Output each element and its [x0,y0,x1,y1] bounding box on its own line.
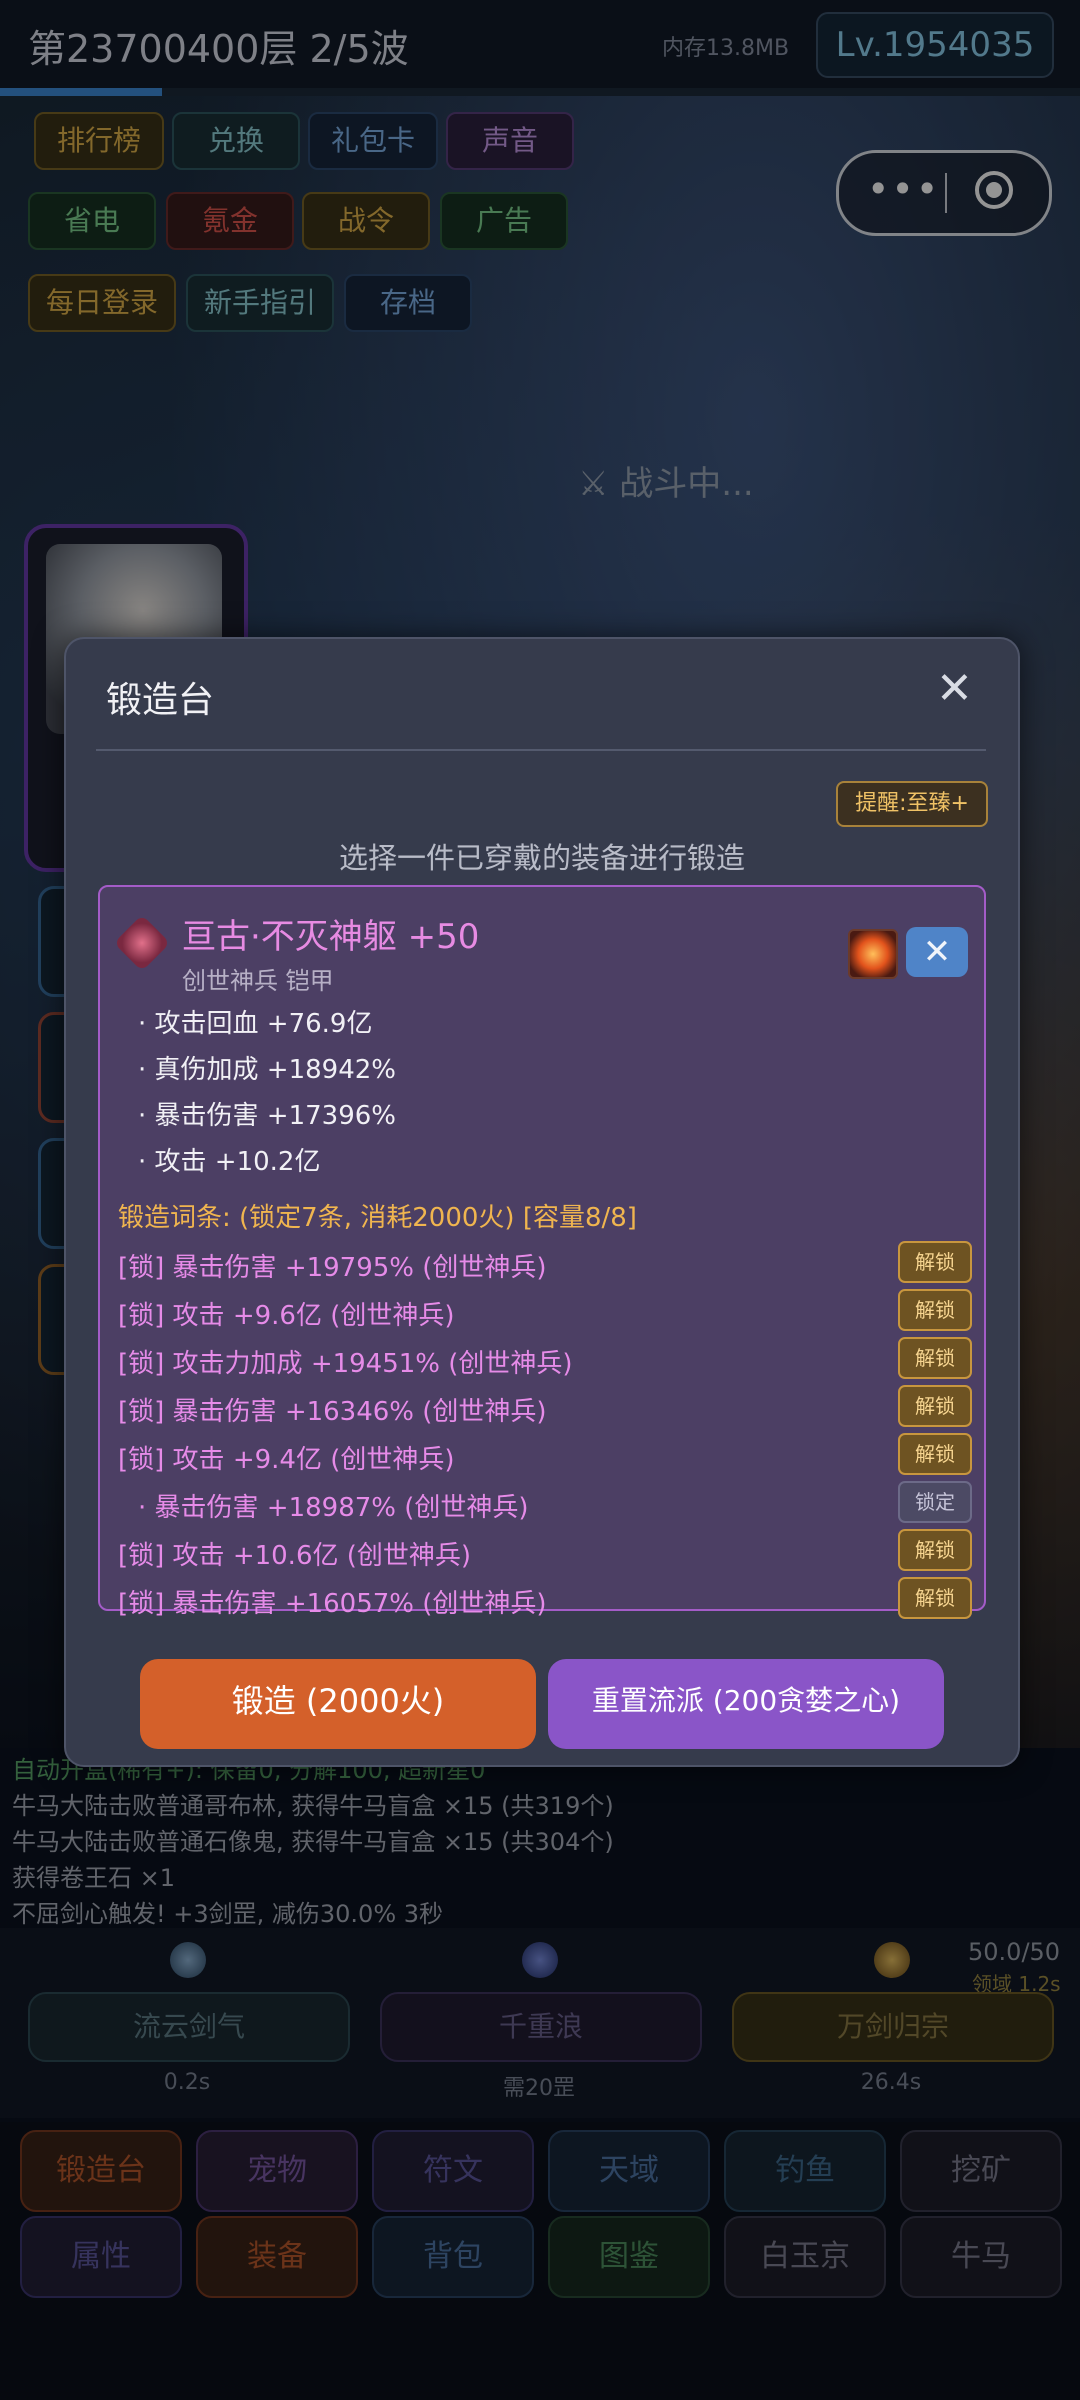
affix-row: [锁] 攻击力加成 +19451% (创世神兵) [118,1349,573,1379]
unlock-button[interactable]: 解锁 [898,1241,972,1283]
affix-row: [锁] 暴击伤害 +19795% (创世神兵) [118,1253,547,1283]
close-icon[interactable]: ✕ [936,667,973,711]
reminder-button[interactable]: 提醒:至臻+ [836,781,988,827]
armor-icon [113,914,171,972]
unlock-button[interactable]: 解锁 [898,1337,972,1379]
forge-modal: 锻造台 ✕ 提醒:至臻+ 选择一件已穿戴的装备进行锻造 亘古·不灭神躯 +50 … [64,637,1020,1767]
affix-row: [锁] 暴击伤害 +16057% (创世神兵) [118,1589,547,1619]
reset-school-button[interactable]: 重置流派 (200贪婪之心) [548,1659,944,1749]
base-stat: · 攻击回血 +76.9亿 [138,1009,373,1039]
lock-button[interactable]: 锁定 [898,1481,972,1523]
fire-material-icon [848,929,898,979]
base-stat: · 真伤加成 +18942% [138,1055,396,1085]
base-stat: · 攻击 +10.2亿 [138,1147,321,1177]
affix-row: [锁] 攻击 +10.6亿 (创世神兵) [118,1541,472,1571]
equipment-name: 亘古·不灭神躯 +50 [182,917,480,957]
unlock-button[interactable]: 解锁 [898,1433,972,1475]
equipment-type: 创世神兵 铠甲 [182,967,334,995]
unlock-button[interactable]: 解锁 [898,1289,972,1331]
instruction-text: 选择一件已穿戴的装备进行锻造 [338,841,745,875]
equipment-card: 亘古·不灭神躯 +50 创世神兵 铠甲 ✕ · 攻击回血 +76.9亿 · 真伤… [98,885,986,1619]
forge-affix-header: 锻造词条: (锁定7条, 消耗2000火) [容量8/8] [118,1203,637,1233]
base-stat: · 暴击伤害 +17396% [138,1101,396,1131]
affix-row: [锁] 攻击 +9.6亿 (创世神兵) [118,1301,455,1331]
affix-row: [锁] 攻击 +9.4亿 (创世神兵) [118,1445,455,1475]
unlock-button[interactable]: 解锁 [898,1385,972,1427]
divider [96,749,986,751]
unlock-button[interactable]: 解锁 [898,1529,972,1571]
forge-button[interactable]: 锻造 (2000火) [140,1659,536,1749]
remove-equipment-button[interactable]: ✕ [906,927,968,977]
modal-title: 锻造台 [106,680,215,721]
affix-row: · 暴击伤害 +18987% (创世神兵) [138,1493,529,1523]
unlock-button[interactable]: 解锁 [898,1577,972,1619]
affix-row: [锁] 暴击伤害 +16346% (创世神兵) [118,1397,547,1427]
